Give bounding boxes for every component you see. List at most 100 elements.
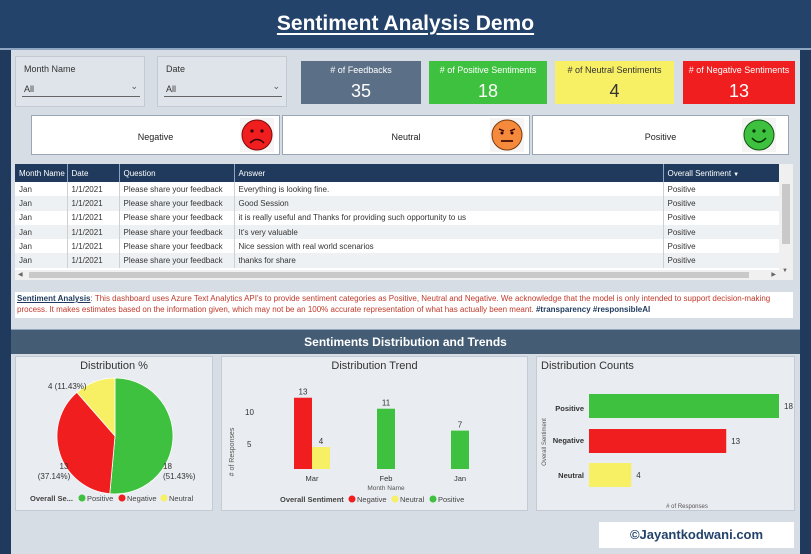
sort-desc-icon: ▼ bbox=[733, 171, 740, 178]
table-row[interactable]: Jan 1/1/2021 Please share your feedback … bbox=[15, 196, 780, 211]
cell-question: Please share your feedback bbox=[119, 196, 235, 211]
date-slicer: Date All ⌄ bbox=[157, 56, 287, 107]
distribution-counts-panel: Distribution Counts Overall Sentiment Po… bbox=[536, 356, 795, 511]
column-header-answer[interactable]: Answer bbox=[234, 164, 664, 182]
y-axis-label: Overall Sentiment bbox=[542, 418, 548, 466]
x-axis-label: # of Responses bbox=[666, 504, 708, 510]
sad-face-icon bbox=[240, 118, 274, 152]
legend-neutral[interactable]: Neutral bbox=[400, 495, 425, 504]
kpi-value: 13 bbox=[728, 81, 750, 101]
scroll-left-icon[interactable]: ◀ bbox=[18, 271, 23, 278]
data-label-neutral: 4 (11.43%) bbox=[48, 382, 87, 391]
bar-mar-neutral[interactable] bbox=[312, 447, 330, 469]
table-horizontal-scrollbar[interactable]: ◀ ▶ bbox=[15, 270, 779, 280]
kpi-positive-card: # of Positive Sentiments 18 bbox=[429, 61, 547, 104]
date-dropdown[interactable]: All ⌄ bbox=[164, 81, 282, 97]
table-row[interactable]: Jan 1/1/2021 Please share your feedback … bbox=[15, 182, 780, 197]
neutral-sentiment-button[interactable]: Neutral bbox=[282, 115, 530, 155]
legend-positive[interactable]: Positive bbox=[87, 494, 113, 503]
kpi-label: # of Neutral Sentiments bbox=[567, 65, 662, 75]
cell-answer: Nice session with real world scenarios bbox=[234, 239, 664, 254]
x-tick-label: Feb bbox=[380, 474, 393, 483]
y-tick-label: 10 bbox=[245, 408, 254, 417]
column-header-label: Overall Sentiment bbox=[667, 168, 732, 178]
scroll-down-icon[interactable]: ▼ bbox=[782, 268, 788, 274]
positive-sentiment-button[interactable]: Positive bbox=[532, 115, 789, 155]
scrollbar-thumb[interactable] bbox=[29, 272, 749, 278]
column-header-question[interactable]: Question bbox=[119, 164, 235, 182]
chevron-down-icon: ⌄ bbox=[272, 81, 280, 91]
cell-month: Jan bbox=[15, 253, 68, 268]
distribution-trend-panel: Distribution Trend # of Responses 10 5 1… bbox=[221, 356, 528, 511]
date-dropdown-value: All bbox=[166, 84, 177, 94]
cell-sentiment: Positive bbox=[663, 196, 780, 211]
column-header-date[interactable]: Date bbox=[67, 164, 120, 182]
note-heading: Sentiment Analysis bbox=[17, 294, 91, 303]
scrollbar-thumb[interactable] bbox=[782, 184, 790, 244]
note-body: This dashboard uses Azure Text Analytics… bbox=[17, 294, 771, 314]
month-dropdown[interactable]: All ⌄ bbox=[22, 81, 140, 97]
table-vertical-scrollbar[interactable]: ▼ bbox=[779, 164, 793, 280]
x-tick-label: Jan bbox=[454, 474, 466, 483]
bar-jan-positive[interactable] bbox=[451, 430, 469, 469]
distribution-counts-chart: Overall Sentiment Positive Negative Neut… bbox=[542, 394, 793, 510]
cell-month: Jan bbox=[15, 210, 68, 225]
cell-sentiment: Positive bbox=[663, 224, 780, 240]
cell-question: Please share your feedback bbox=[119, 224, 235, 240]
cell-sentiment: Positive bbox=[663, 182, 780, 197]
section-title: Sentiments Distribution and Trends bbox=[304, 335, 507, 349]
cell-date: 1/1/2021 bbox=[67, 253, 120, 268]
bar-positive[interactable] bbox=[589, 394, 779, 418]
credit-badge: ©Jayantkodwani.com bbox=[599, 522, 794, 548]
feedback-table: Month Name Date Question Answer Overall … bbox=[15, 164, 793, 280]
bar-neutral[interactable] bbox=[589, 463, 632, 487]
kpi-value: 18 bbox=[477, 81, 499, 101]
page-title: Sentiment Analysis Demo bbox=[276, 12, 535, 35]
legend-neutral[interactable]: Neutral bbox=[169, 494, 194, 503]
legend-negative[interactable]: Negative bbox=[127, 494, 157, 503]
legend-swatch-neutral bbox=[160, 494, 168, 502]
cell-answer: Good Session bbox=[234, 196, 664, 211]
y-tick-label: Neutral bbox=[558, 471, 584, 480]
bar-negative[interactable] bbox=[589, 429, 727, 453]
kpi-label: # of Positive Sentiments bbox=[439, 65, 537, 75]
happy-face-icon bbox=[742, 118, 776, 152]
cell-question: Please share your feedback bbox=[119, 239, 235, 254]
pie-legend: Overall Se... Positive Negative Neutral bbox=[30, 494, 194, 503]
cell-date: 1/1/2021 bbox=[67, 196, 120, 211]
disclaimer-note: Sentiment Analysis: This dashboard uses … bbox=[15, 292, 793, 318]
data-label-negative: 13 bbox=[60, 462, 69, 471]
cell-answer: Everything is looking fine. bbox=[234, 182, 664, 197]
table-row[interactable]: Jan 1/1/2021 Please share your feedback … bbox=[15, 239, 780, 254]
cell-date: 1/1/2021 bbox=[67, 239, 120, 254]
legend-negative[interactable]: Negative bbox=[357, 495, 387, 504]
table-row[interactable]: Jan 1/1/2021 Please share your feedback … bbox=[15, 253, 780, 268]
column-header-month[interactable]: Month Name bbox=[15, 164, 68, 182]
neutral-face-icon bbox=[490, 118, 524, 152]
bar-mar-negative[interactable] bbox=[294, 397, 312, 469]
kpi-negative-card: # of Negative Sentiments 13 bbox=[683, 61, 795, 104]
scroll-right-icon[interactable]: ▶ bbox=[771, 271, 776, 278]
data-label: 13 bbox=[731, 437, 740, 446]
y-tick-label: Negative bbox=[553, 436, 584, 445]
data-label-positive: 18 bbox=[163, 462, 172, 471]
bar-feb-positive[interactable] bbox=[377, 408, 395, 469]
data-label: 18 bbox=[784, 402, 793, 411]
legend-swatch-negative bbox=[348, 495, 356, 503]
y-tick-label: 5 bbox=[247, 440, 252, 449]
note-tags: #transparency #responsibleAI bbox=[535, 305, 651, 314]
cell-month: Jan bbox=[15, 196, 68, 211]
y-tick-label: Positive bbox=[555, 404, 584, 413]
distribution-pct-panel: Distribution % 4 (11.43%) 13 (37.14%) 18… bbox=[15, 356, 213, 511]
cell-sentiment: Positive bbox=[663, 253, 780, 268]
negative-sentiment-button[interactable]: Negative bbox=[31, 115, 280, 155]
cell-date: 1/1/2021 bbox=[67, 224, 120, 240]
legend-positive[interactable]: Positive bbox=[438, 495, 464, 504]
kpi-value: 35 bbox=[350, 81, 372, 101]
table-row[interactable]: Jan 1/1/2021 Please share your feedback … bbox=[15, 210, 780, 225]
table-row[interactable]: Jan 1/1/2021 Please share your feedback … bbox=[15, 224, 780, 240]
cell-sentiment: Positive bbox=[663, 239, 780, 254]
legend-swatch-positive bbox=[429, 495, 437, 503]
column-header-overall-sentiment[interactable]: Overall Sentiment ▼ bbox=[663, 164, 780, 182]
cell-month: Jan bbox=[15, 239, 68, 254]
